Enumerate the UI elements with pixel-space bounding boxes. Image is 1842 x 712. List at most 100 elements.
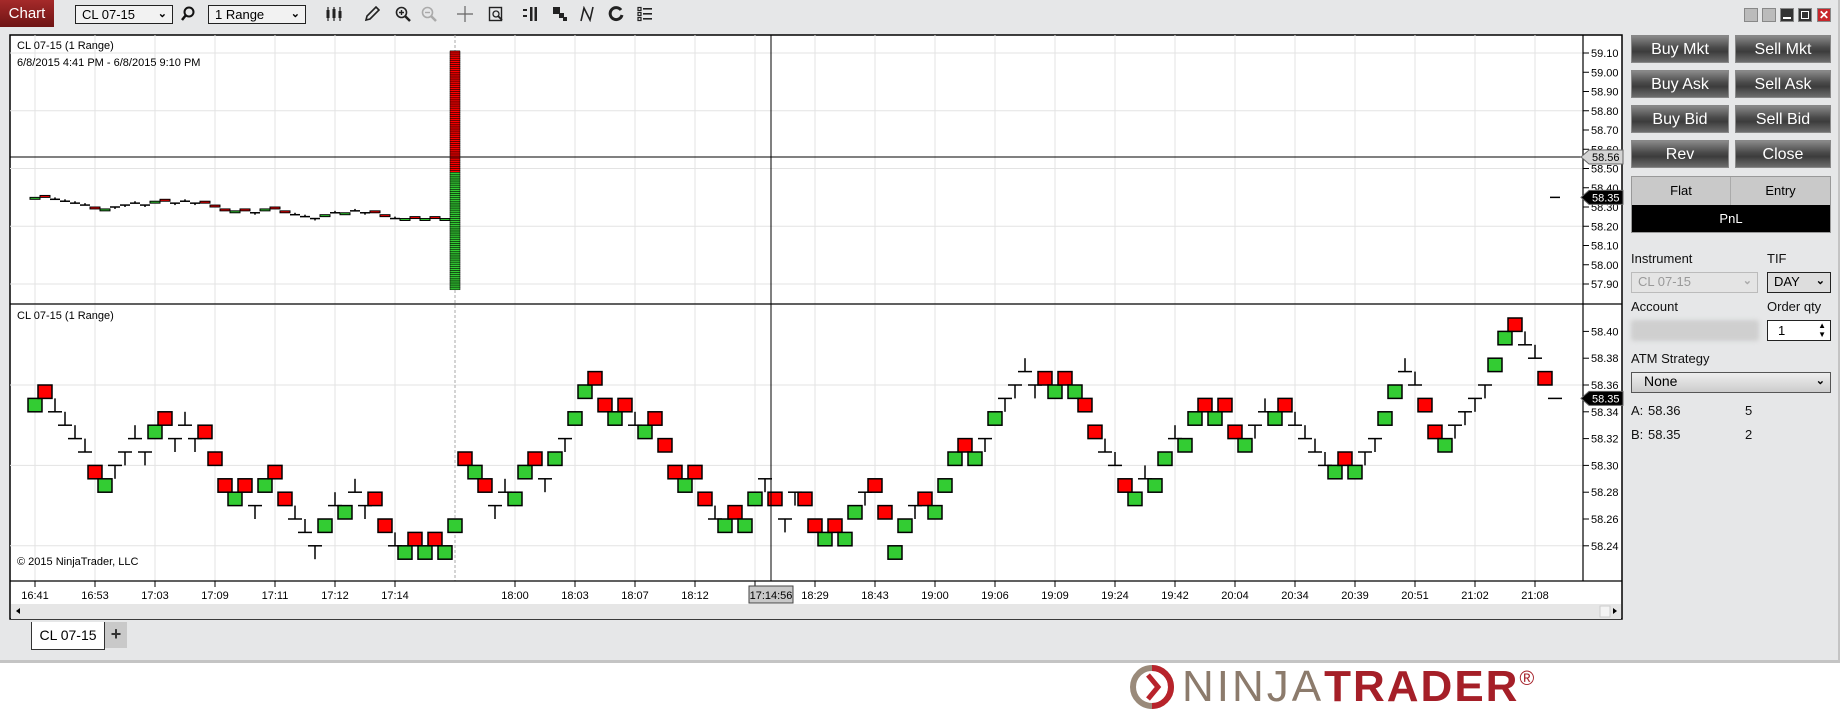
tab-cl-07-15[interactable]: CL 07-15: [31, 622, 105, 650]
account-dropdown-blurred[interactable]: [1631, 320, 1759, 341]
x-tick-label: 17:12: [321, 590, 349, 602]
spike-bar-segment: [449, 193, 461, 196]
spike-bar-segment: [449, 160, 461, 163]
maximize-button[interactable]: [1798, 8, 1812, 22]
bar-up: [1187, 411, 1203, 426]
spike-bar-segment: [449, 172, 461, 175]
x-tick-label: 17:03: [141, 590, 169, 602]
y-tick-label: 58.24: [1591, 541, 1619, 553]
bar-down: [197, 424, 213, 440]
spin-arrows-icon[interactable]: ▲ ▼: [1818, 321, 1826, 339]
overview-bar-down: [379, 214, 391, 218]
spike-bar-segment: [449, 210, 461, 214]
scroll-thumb[interactable]: [1599, 605, 1611, 618]
atm-strategy-value: None: [1644, 373, 1678, 389]
bar-up: [437, 545, 453, 560]
buy-ask-button[interactable]: Buy Ask: [1631, 70, 1729, 98]
spike-bar-segment: [449, 87, 461, 90]
spike-bar-segment: [449, 91, 461, 94]
spike-bar-segment: [449, 158, 461, 162]
close-window-button[interactable]: ✕: [1817, 8, 1831, 22]
atm-strategy-dropdown[interactable]: None ⌄: [1631, 372, 1831, 393]
bar-down: [877, 504, 893, 520]
bar-down: [377, 518, 393, 534]
bar-down: [457, 451, 473, 467]
spike-bar-segment: [449, 249, 461, 252]
horizontal-scrollbar[interactable]: [11, 604, 1621, 619]
tif-dropdown[interactable]: DAY ⌄: [1767, 272, 1831, 293]
reverse-button[interactable]: Rev: [1631, 140, 1729, 168]
spike-bar-segment: [449, 89, 461, 92]
close-position-button[interactable]: Close: [1735, 140, 1831, 168]
spike-bar-segment: [449, 247, 461, 250]
bid-label: B:: [1631, 427, 1644, 442]
bar-down: [1077, 397, 1093, 413]
link-button-1[interactable]: [1744, 8, 1758, 22]
order-qty-stepper[interactable]: 1 ▲ ▼: [1767, 320, 1831, 341]
y-tick-label: 58.50: [1591, 164, 1619, 176]
bar-down: [697, 491, 713, 507]
bar-down: [1507, 317, 1523, 333]
crosshair-time-label: 17:14:56: [750, 590, 793, 602]
spike-bar-segment: [449, 97, 461, 100]
bar-up: [1207, 411, 1223, 426]
bar-up: [717, 518, 733, 534]
bar-down: [1117, 478, 1133, 493]
spike-bar-segment: [449, 189, 461, 192]
bar-down: [1037, 370, 1053, 386]
minimize-button[interactable]: [1780, 8, 1794, 22]
spike-bar-segment: [449, 226, 461, 229]
spike-bar-segment: [449, 93, 461, 96]
spike-bar-segment: [449, 233, 461, 237]
spike-bar-segment: [449, 175, 461, 179]
y-tick-label: 57.90: [1591, 279, 1619, 291]
bar-up: [227, 491, 243, 507]
sell-ask-button[interactable]: Sell Ask: [1735, 70, 1831, 98]
y-tick-label: 58.34: [1591, 407, 1619, 419]
bar-up: [1377, 411, 1393, 426]
spike-bar-segment: [449, 112, 461, 115]
bar-down: [917, 491, 933, 507]
sell-market-button[interactable]: Sell Mkt: [1735, 35, 1831, 63]
spike-bar-segment: [449, 206, 461, 210]
link-button-2[interactable]: [1762, 8, 1776, 22]
tif-label: TIF: [1767, 251, 1787, 266]
spike-bar-segment: [449, 108, 461, 111]
spike-bar-segment: [449, 66, 461, 69]
x-tick-label: 16:53: [81, 590, 109, 602]
chart-canvas[interactable]: 59.1059.0058.9058.8058.7058.6058.5058.40…: [0, 0, 1625, 622]
add-tab-button[interactable]: +: [105, 622, 127, 648]
spike-bar-segment: [449, 143, 461, 146]
spike-bar-segment: [449, 252, 461, 256]
bar-up: [1067, 384, 1083, 400]
y-tick-label: 58.26: [1591, 514, 1619, 526]
overview-bar-up: [29, 196, 41, 200]
bar-up: [967, 451, 983, 467]
bar-down: [157, 411, 173, 426]
spike-bar-segment: [449, 131, 461, 135]
bar-up: [1177, 437, 1193, 453]
spike-bar-segment: [449, 287, 461, 291]
spike-bar-segment: [449, 122, 461, 125]
spike-bar-segment: [449, 262, 461, 266]
bar-down: [1227, 424, 1243, 440]
sell-bid-button[interactable]: Sell Bid: [1735, 105, 1831, 133]
bar-down: [1337, 451, 1353, 467]
spike-bar-segment: [449, 120, 461, 123]
bar-down: [1537, 370, 1553, 386]
bar-up: [337, 504, 353, 520]
buy-market-button[interactable]: Buy Mkt: [1631, 35, 1729, 63]
spike-bar-segment: [449, 260, 461, 264]
bar-down: [767, 491, 783, 507]
instrument-dropdown[interactable]: CL 07-15 ⌄: [1631, 272, 1758, 293]
spike-bar-segment: [449, 245, 461, 248]
bar-down: [797, 491, 813, 507]
spike-bar-segment: [449, 231, 461, 235]
buy-bid-button[interactable]: Buy Bid: [1631, 105, 1729, 133]
bar-up: [637, 424, 653, 440]
y-tick-label: 59.00: [1591, 67, 1619, 79]
bar-down: [667, 464, 683, 480]
spike-bar-segment: [449, 114, 461, 117]
last-price-top-label: 58.35: [1592, 192, 1620, 204]
bar-down: [477, 478, 493, 493]
